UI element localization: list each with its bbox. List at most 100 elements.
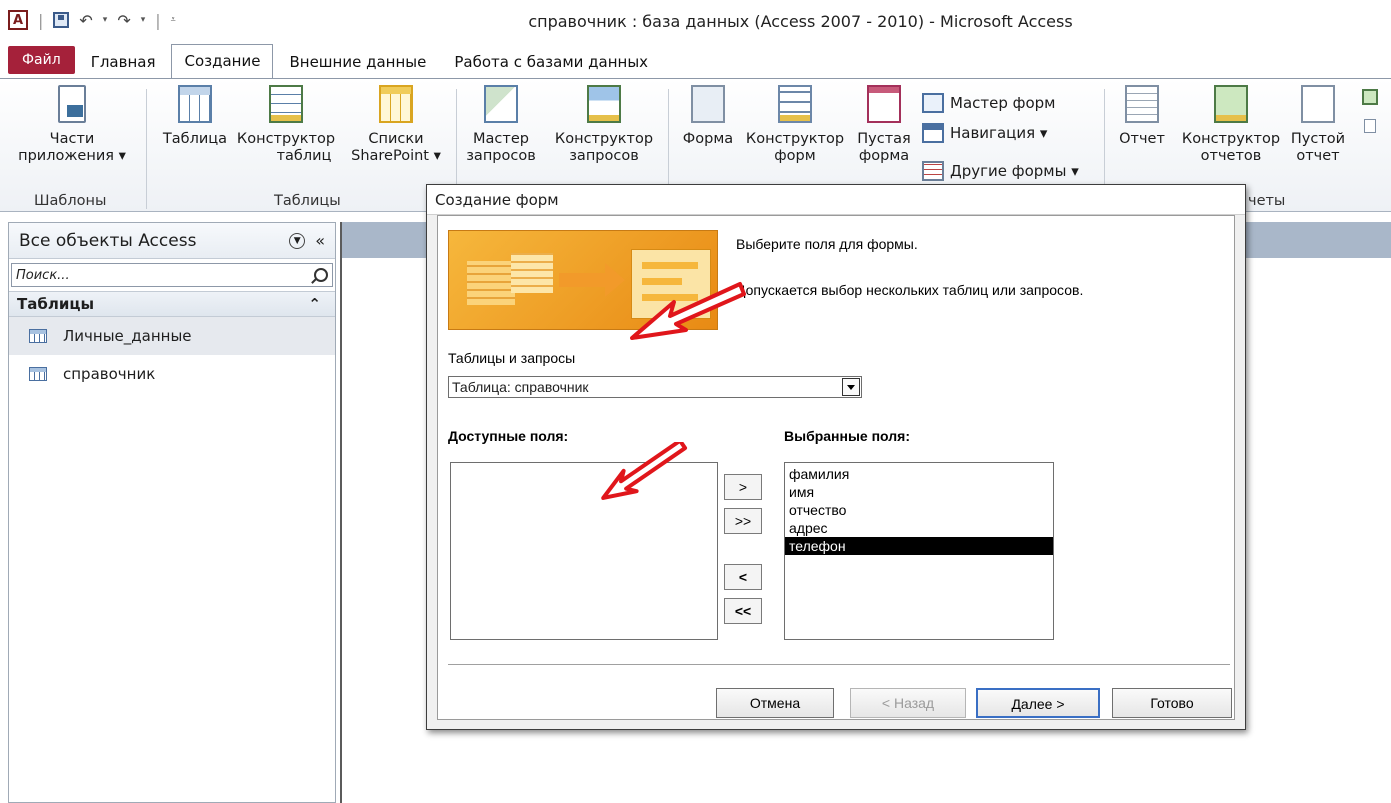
button-label: Навигация ▾ [950, 124, 1048, 142]
cancel-button[interactable]: Отмена [716, 688, 834, 718]
dialog-title: Создание форм [427, 185, 1245, 215]
form-wizard-dialog: Создание форм Выберите поля для формы. Д… [426, 184, 1246, 730]
back-button[interactable]: < Назад [850, 688, 966, 718]
report-button[interactable]: Отчет [1110, 85, 1174, 148]
application-parts-button[interactable]: Части приложения ▾ [6, 85, 138, 165]
button-label: Отчет [1119, 131, 1165, 147]
nav-group-tables[interactable]: Таблицы ⌃ [9, 291, 335, 317]
form-wizard-icon [922, 93, 944, 113]
other-forms-icon [922, 161, 944, 181]
selected-fields-label: Выбранные поля: [784, 428, 910, 444]
divider [448, 664, 1230, 665]
button-label: Конструктор [236, 131, 336, 147]
table-design-icon [269, 85, 303, 123]
button-label: запросов [569, 148, 639, 164]
move-all-right-button[interactable]: >> [724, 508, 762, 534]
button-label: Части [49, 131, 95, 147]
illustration-table-left [467, 261, 515, 305]
form-icon [691, 85, 725, 123]
button-label: запросов [466, 148, 536, 164]
list-item[interactable]: имя [785, 483, 1053, 501]
button-label: Другие формы ▾ [950, 162, 1079, 180]
move-one-left-button[interactable]: < [724, 564, 762, 590]
title-bar: A | ↶ ▾ ↷ ▾ | ⩡ справочник : база данных… [0, 0, 1391, 44]
tables-queries-select[interactable]: Таблица: справочник [448, 376, 862, 398]
ribbon-tabs: Файл Главная Создание Внешние данные Раб… [0, 44, 1391, 78]
navigation-icon [922, 123, 944, 143]
sharepoint-lists-button[interactable]: Списки SharePoint ▾ [344, 85, 448, 165]
next-button[interactable]: Далее > [976, 688, 1100, 718]
table-button[interactable]: Таблица [154, 85, 236, 148]
query-wizard-button[interactable]: Мастер запросов [460, 85, 542, 165]
blank-report-button[interactable]: Пустой отчет [1286, 85, 1350, 165]
tab-external-data[interactable]: Внешние данные [277, 48, 438, 78]
finish-button[interactable]: Готово [1112, 688, 1232, 718]
button-label: Таблица [162, 131, 228, 147]
annotation-arrow-icon [630, 282, 746, 340]
nav-item-personal-data[interactable]: Личные_данные [9, 317, 335, 355]
nav-group-label: Таблицы [17, 295, 95, 313]
collapse-group-icon[interactable]: ⌃ [308, 295, 321, 313]
table-icon [178, 85, 212, 123]
move-one-right-button[interactable]: > [724, 474, 762, 500]
group-label-reports: четы [1248, 193, 1286, 209]
available-fields-label: Доступные поля: [448, 428, 569, 444]
table-design-button[interactable]: Конструктор таблиц [234, 85, 338, 165]
button-label: SharePoint ▾ [351, 148, 441, 164]
button-label: форм [774, 148, 816, 164]
chevron-down-icon[interactable] [842, 378, 860, 396]
button-label: отчетов [1200, 148, 1262, 164]
nav-pane-controls: ▼ « [289, 231, 325, 250]
illustration-arrow-shaft [559, 273, 607, 287]
illustration-arrow-head [605, 263, 625, 297]
button-label: Конструктор [745, 131, 845, 147]
list-item[interactable]: отчество [785, 501, 1053, 519]
report-icon [1125, 85, 1159, 123]
form-button[interactable]: Форма [676, 85, 740, 148]
tab-home[interactable]: Главная [79, 48, 168, 78]
query-design-button[interactable]: Конструктор запросов [548, 85, 660, 165]
search-icon[interactable] [314, 268, 328, 282]
move-all-left-button[interactable]: << [724, 598, 762, 624]
button-label: Пустая [857, 131, 911, 147]
button-label: Форма [682, 131, 734, 147]
nav-item-reference[interactable]: справочник [9, 355, 335, 393]
other-forms-button[interactable]: Другие формы ▾ [922, 161, 1079, 181]
nav-pane-header[interactable]: Все объекты Access ▼ « [9, 223, 335, 259]
labels-icon[interactable] [1362, 89, 1378, 105]
nav-item-label: Личные_данные [63, 327, 192, 345]
form-design-button[interactable]: Конструктор форм [738, 85, 852, 165]
selected-fields-list[interactable]: фамилия имя отчество адрес телефон [784, 462, 1054, 640]
button-label: Мастер [473, 131, 529, 147]
blank-form-button[interactable]: Пустая форма [852, 85, 916, 165]
button-label: Конструктор [1181, 131, 1281, 147]
form-wizard-button[interactable]: Мастер форм [922, 93, 1055, 113]
chevron-down-icon[interactable]: ▼ [289, 232, 306, 249]
search-input[interactable]: Поиск... [11, 263, 333, 287]
list-item-selected[interactable]: телефон [785, 537, 1053, 555]
tab-create[interactable]: Создание [171, 44, 274, 78]
nav-item-label: справочник [63, 365, 156, 383]
list-item[interactable]: фамилия [785, 465, 1053, 483]
button-label: таблиц [276, 148, 332, 164]
table-icon [29, 367, 47, 381]
button-label: отчет [1296, 148, 1340, 164]
button-label: Пустой [1290, 131, 1346, 147]
navigation-button[interactable]: Навигация ▾ [922, 123, 1047, 143]
tab-file[interactable]: Файл [8, 46, 75, 74]
table-icon [29, 329, 47, 343]
tab-database-tools[interactable]: Работа с базами данных [442, 48, 660, 78]
nav-pane-title: Все объекты Access [19, 230, 197, 251]
group-label-templates: Шаблоны [34, 193, 107, 209]
button-label: Конструктор [554, 131, 654, 147]
collapse-pane-icon[interactable]: « [315, 231, 325, 250]
button-label: приложения ▾ [18, 148, 126, 164]
navigation-pane: Все объекты Access ▼ « Поиск... Таблицы … [8, 222, 336, 803]
report-design-button[interactable]: Конструктор отчетов [1176, 85, 1286, 165]
report-wizard-icon[interactable] [1364, 119, 1376, 133]
sharepoint-lists-icon [379, 85, 413, 123]
annotation-arrow-icon [601, 442, 688, 500]
list-item[interactable]: адрес [785, 519, 1053, 537]
combo-value: Таблица: справочник [452, 379, 589, 395]
application-parts-icon [58, 85, 86, 123]
